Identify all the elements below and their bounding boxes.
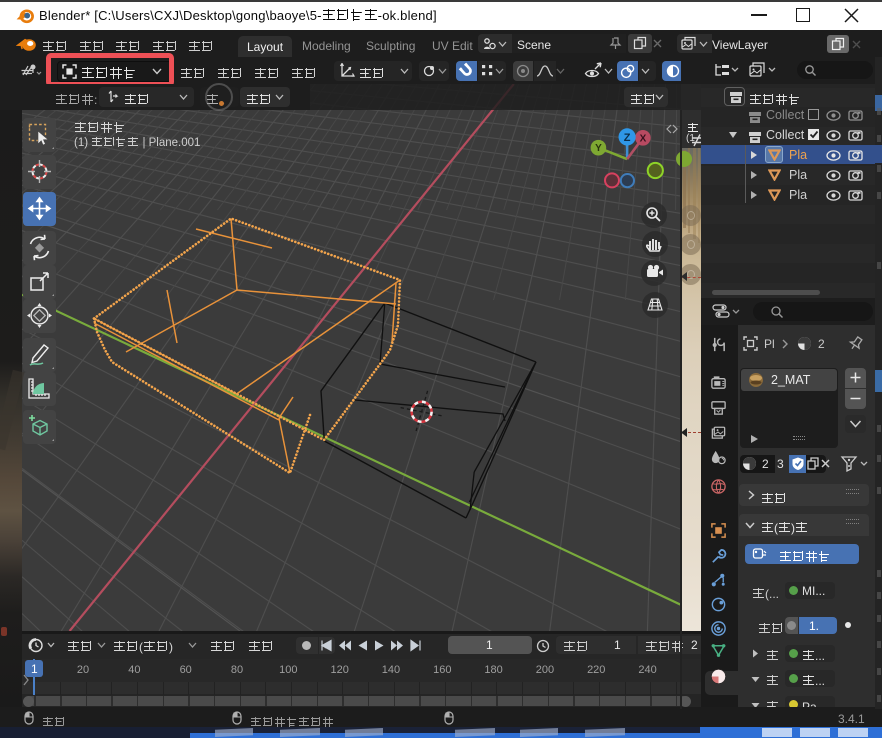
svg-text:Z: Z [624,132,631,144]
svg-text:X: X [640,133,647,144]
svg-text:Y: Y [595,143,602,154]
